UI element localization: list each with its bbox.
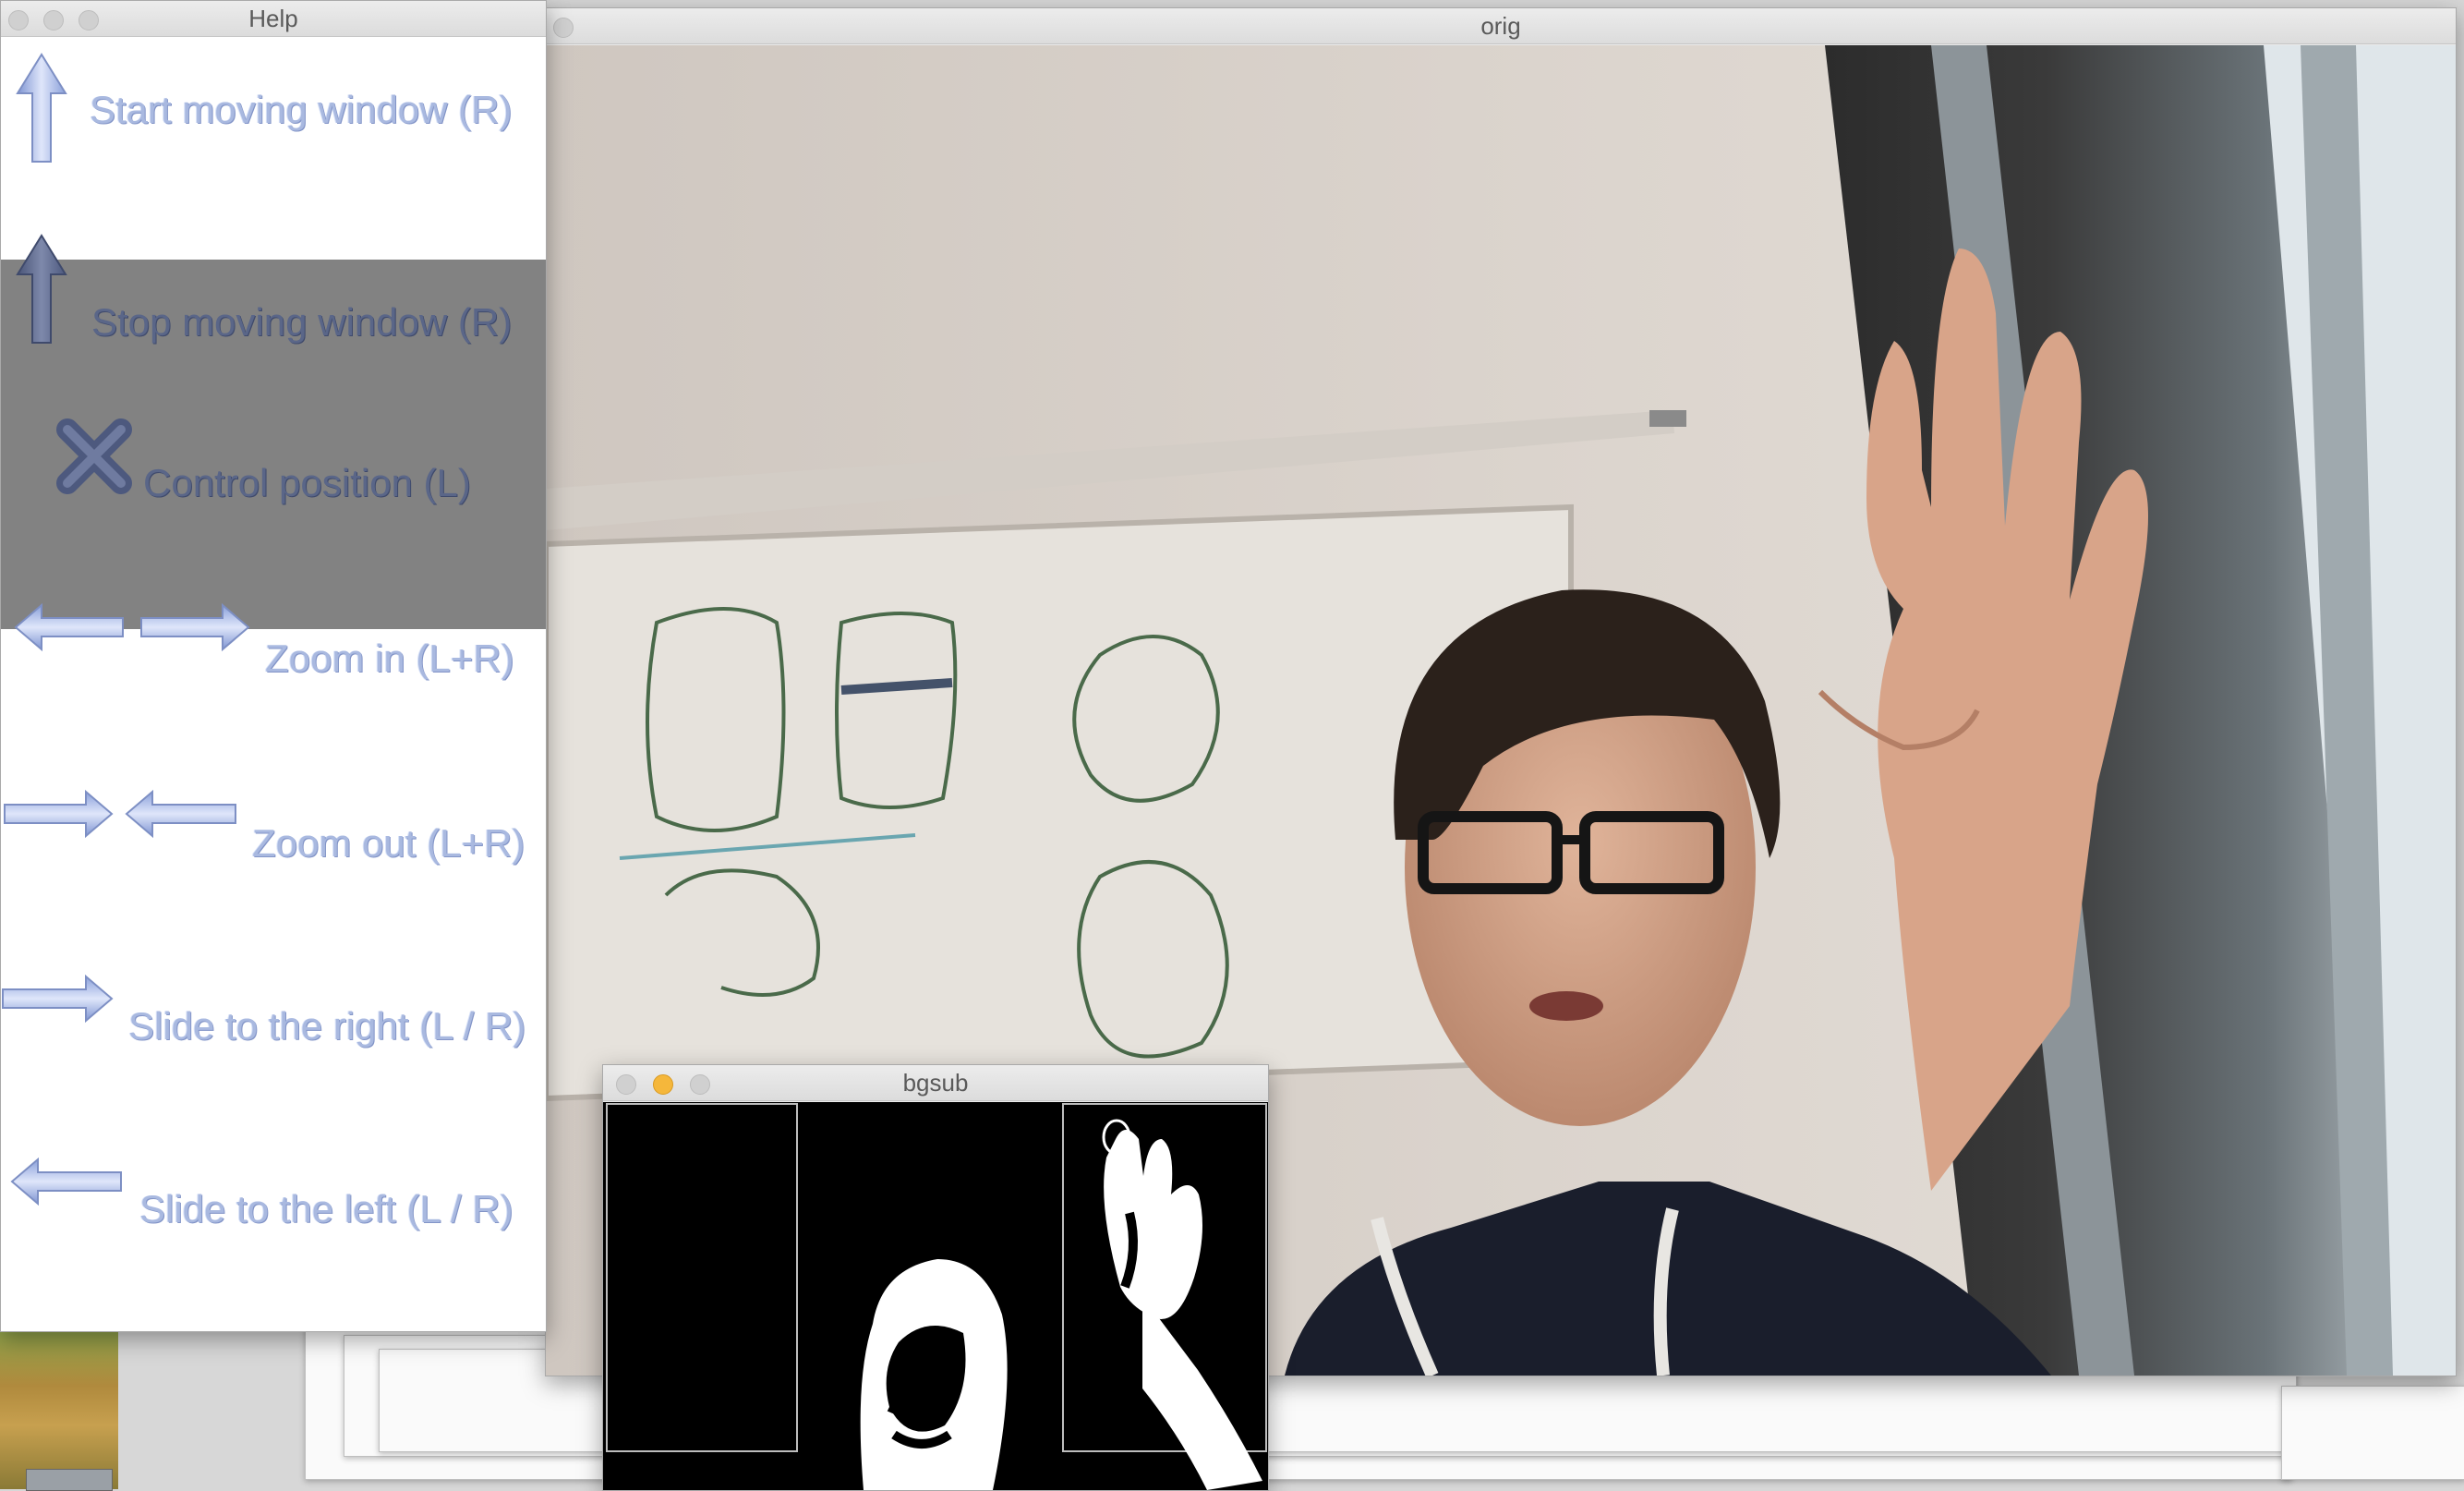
x-cross-icon [56,418,132,494]
arrow-up-icon [16,53,67,163]
background-subtraction-mask [603,1102,1268,1490]
help-item-label: Start moving window (R) [90,88,513,131]
arrow-up-icon [16,234,67,344]
orig-window-title: orig [1480,12,1521,40]
help-item-slide-left: Slide to the left (L / R) [1,1150,546,1252]
arrow-left-icon [10,1157,122,1206]
background-window[interactable] [2281,1386,2464,1480]
bgsub-titlebar[interactable]: bgsub [603,1065,1268,1101]
help-item-slide-right: Slide to the right (L / R) [1,965,546,1067]
desktop-wallpaper-thumbnail [0,1330,118,1489]
help-item-stop-moving: Stop moving window (R) [1,230,546,355]
help-item-zoom-in: Zoom in (L+R) [1,600,546,701]
help-window-title: Help [248,5,298,32]
orig-titlebar[interactable]: orig [546,8,2456,44]
help-item-control-position: Control position (L) [1,406,546,516]
help-item-label: Zoom in (L+R) [265,636,514,680]
help-window[interactable]: Help Start moving window (R) Stop moving… [0,0,547,1332]
bgsub-window-title: bgsub [902,1069,969,1097]
help-item-start-moving: Start moving window (R) [1,45,546,170]
desktop-drive-icon[interactable] [26,1469,113,1491]
help-item-zoom-out: Zoom out (L+R) [1,782,546,884]
help-item-label: Control position (L) [143,461,471,504]
help-item-label: Slide to the right (L / R) [128,1004,526,1048]
bgsub-window[interactable]: bgsub [602,1064,1269,1491]
help-item-label: Slide to the left (L / R) [139,1187,513,1230]
arrow-right-icon [2,974,114,1024]
help-panel: Start moving window (R) Stop moving wind… [1,36,546,1331]
mask-image [603,1102,1268,1490]
help-titlebar[interactable]: Help [1,1,546,37]
arrows-inward-icon [4,789,236,839]
help-item-label: Zoom out (L+R) [252,821,525,865]
arrows-outward-icon [14,602,250,652]
help-item-label: Stop moving window (R) [91,300,513,344]
